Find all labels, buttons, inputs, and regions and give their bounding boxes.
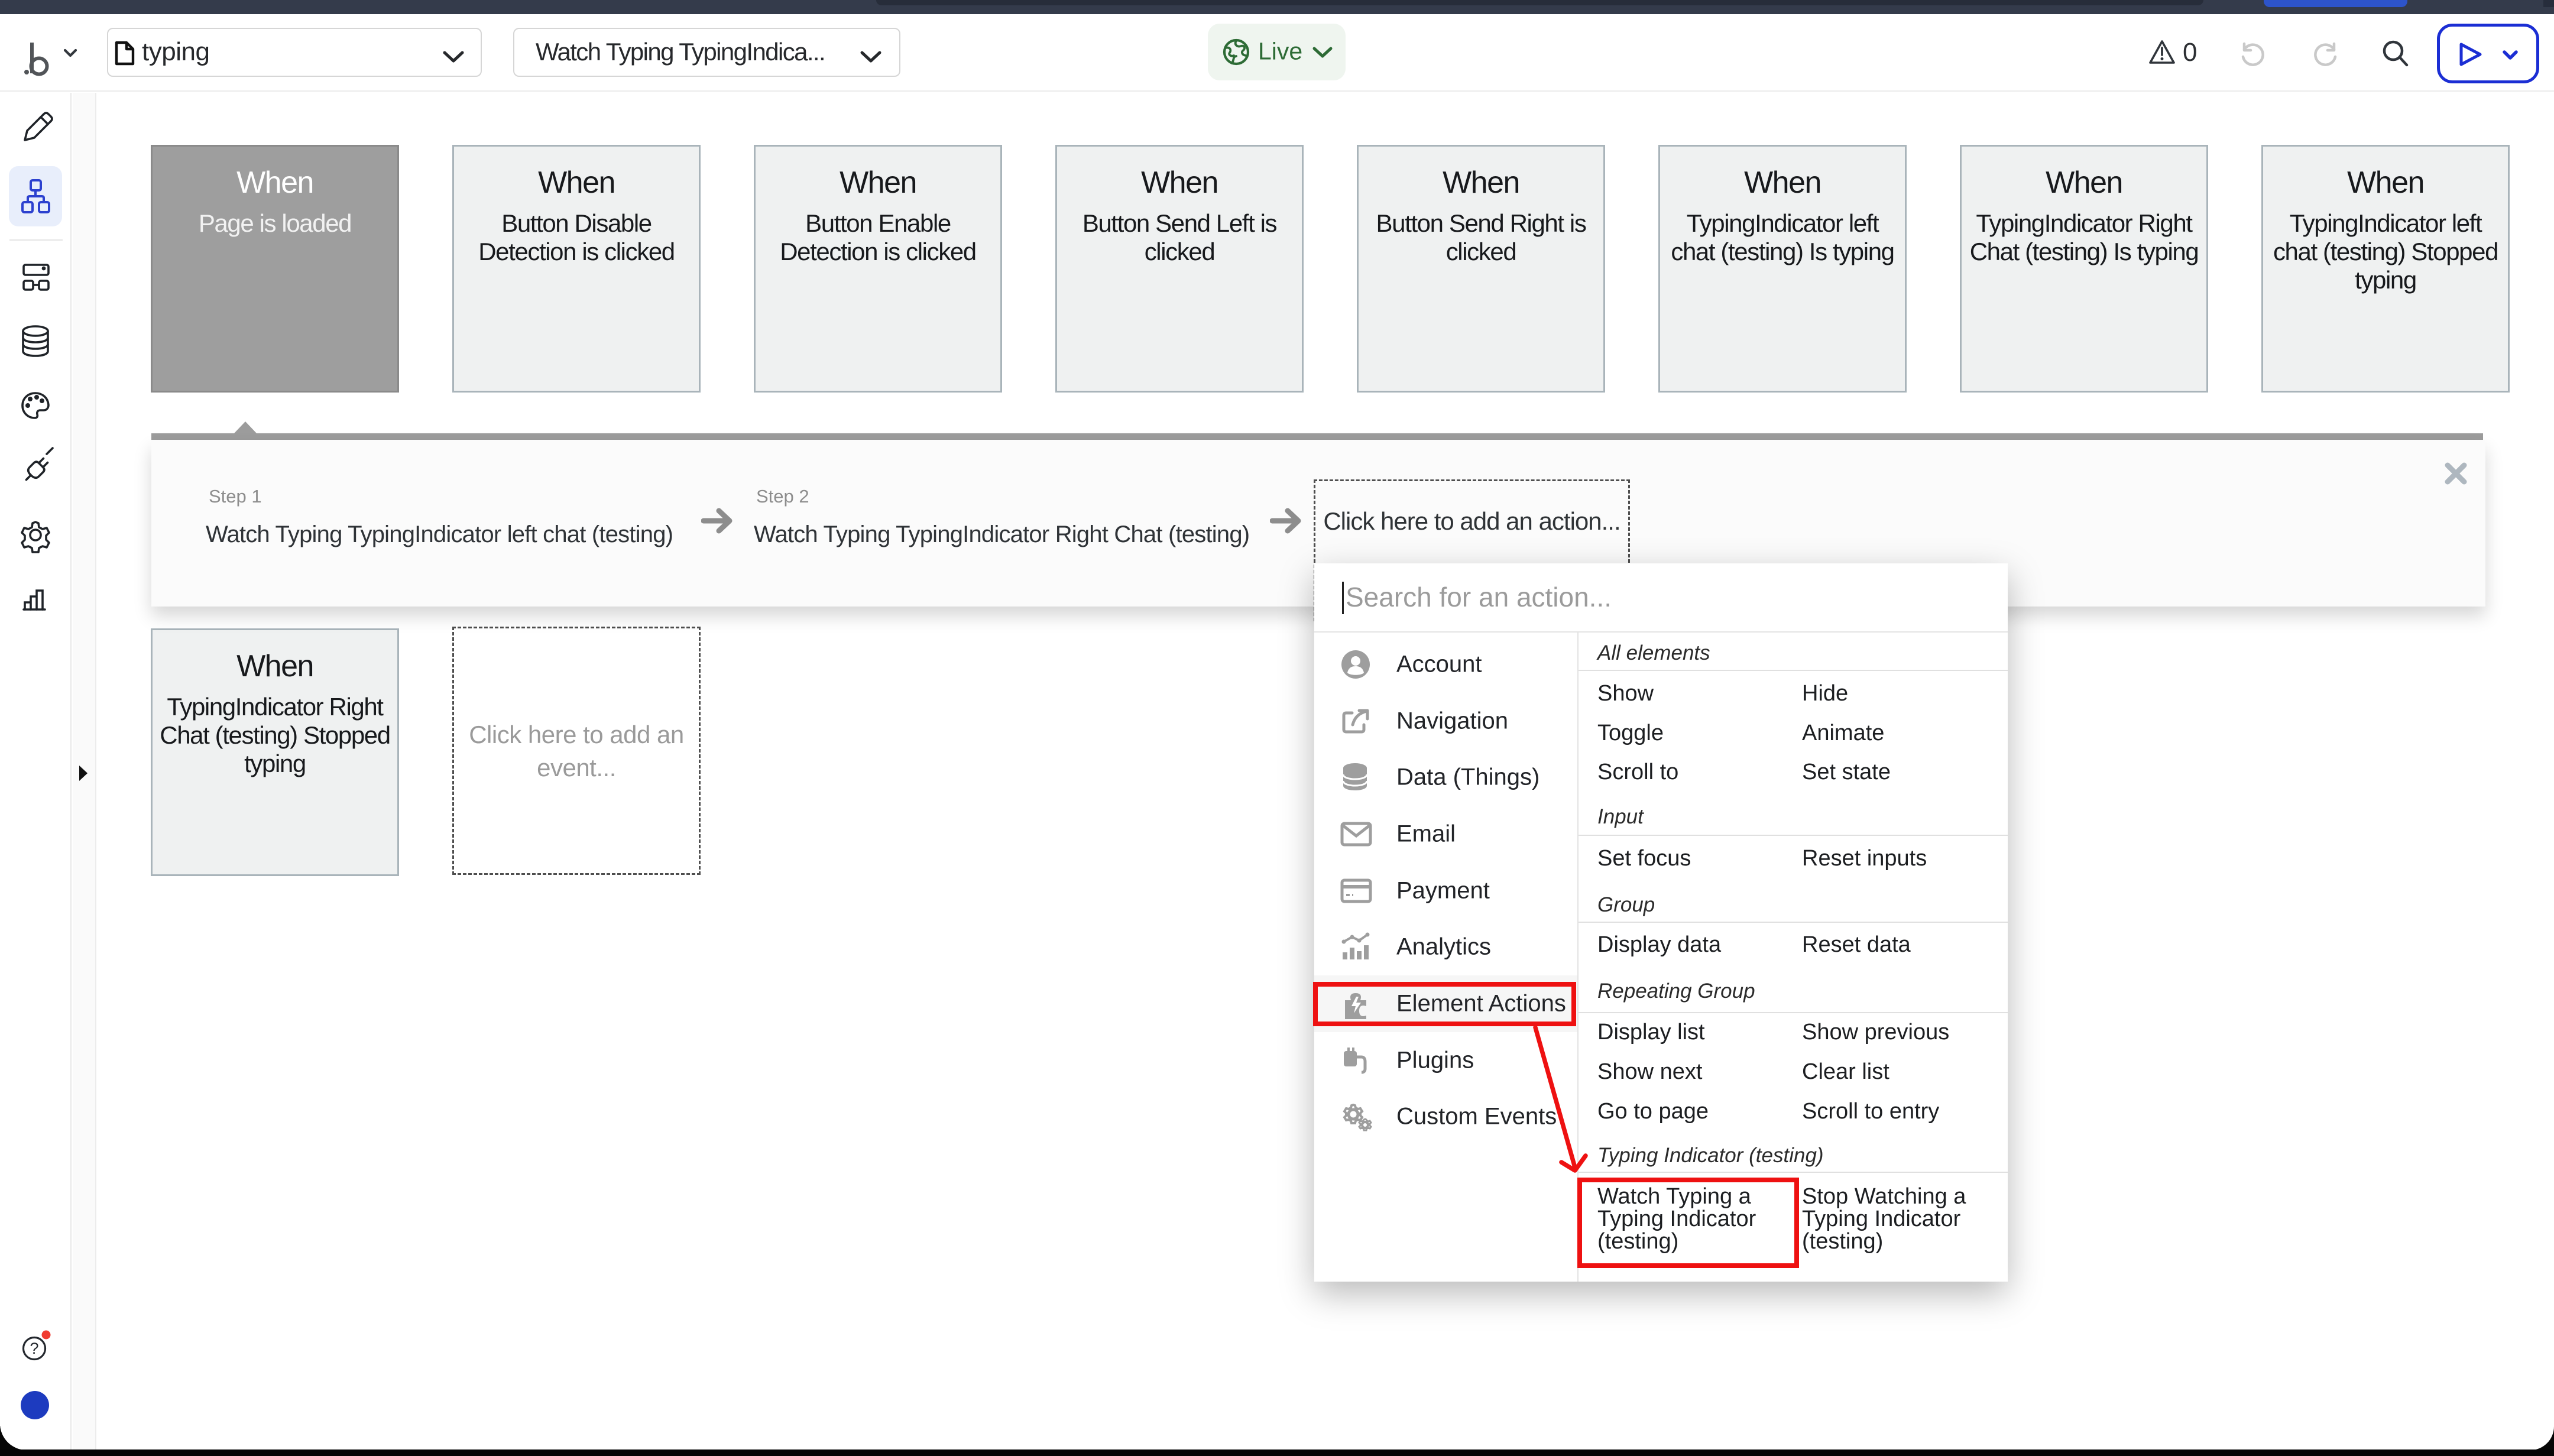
svg-text:?: ?	[30, 1340, 38, 1357]
